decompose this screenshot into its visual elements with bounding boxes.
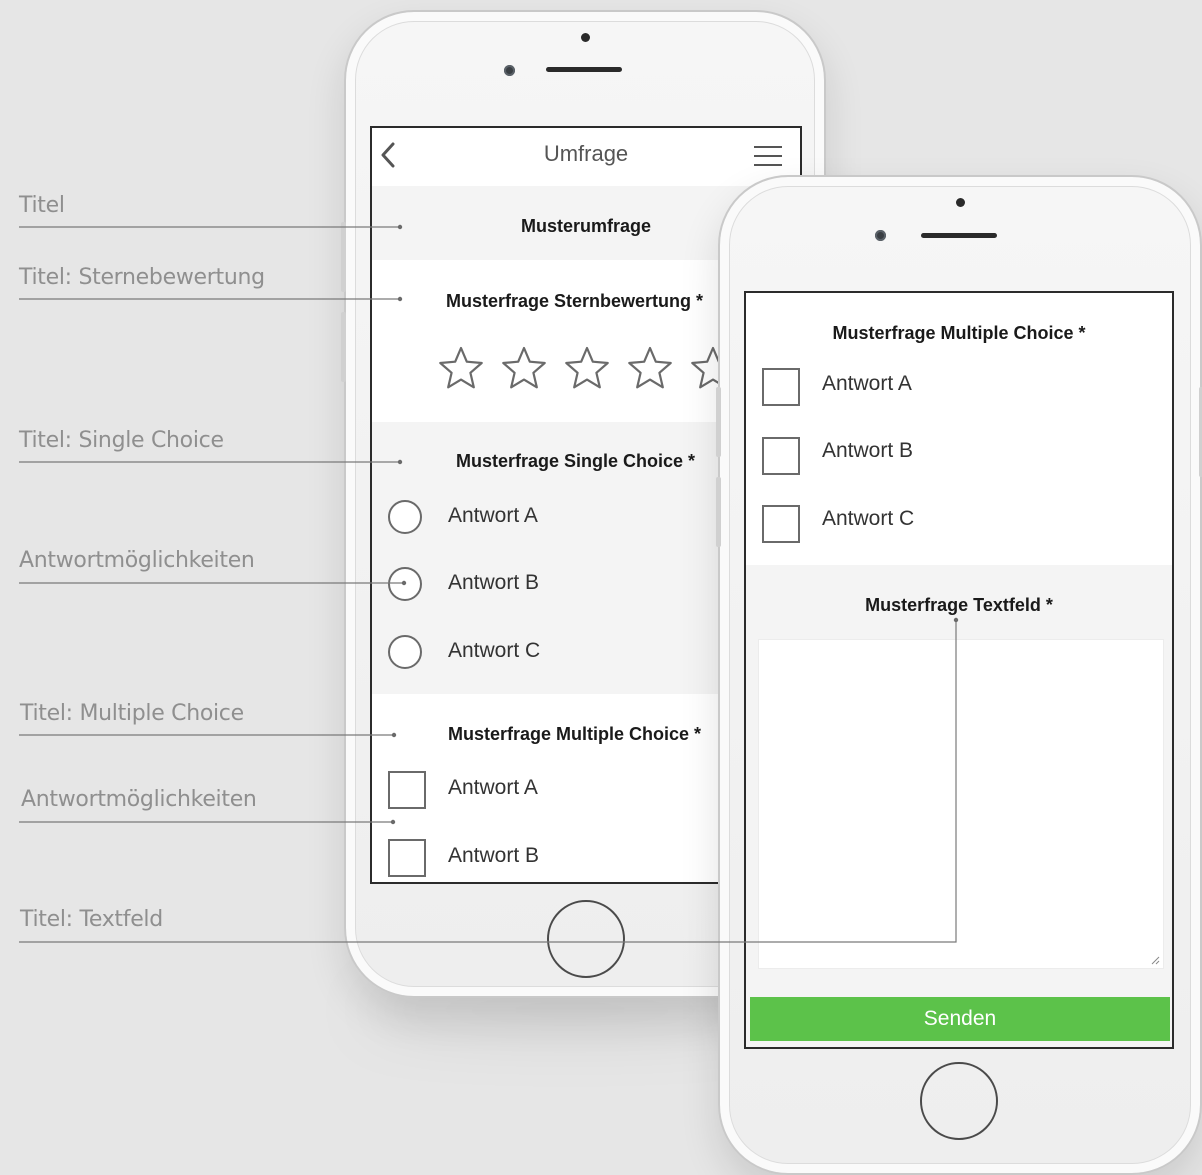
multiple-choice-title: Musterfrage Multiple Choice *	[448, 724, 702, 744]
annotation-label-multiple-choice: Titel: Multiple Choice	[20, 701, 244, 726]
front-camera-icon	[504, 65, 515, 76]
option-label: Antwort A	[822, 372, 912, 395]
multiple-choice-title: Musterfrage Multiple Choice *	[832, 323, 1086, 343]
radio-button[interactable]	[388, 635, 422, 669]
star-rating-icon[interactable]	[501, 345, 547, 389]
proximity-sensor	[581, 33, 590, 42]
single-choice-title: Musterfrage Single Choice *	[456, 451, 696, 471]
star-rating-icon[interactable]	[438, 345, 484, 389]
nav-title: Umfrage	[543, 141, 629, 166]
screen-right: Musterfrage Multiple Choice * Antwort A …	[744, 291, 1174, 1049]
side-button	[341, 312, 346, 382]
home-button[interactable]	[920, 1062, 998, 1140]
proximity-sensor	[956, 198, 965, 207]
textfield-title: Musterfrage Textfeld *	[865, 595, 1053, 615]
option-label: Antwort A	[448, 776, 538, 799]
submit-button[interactable]: Senden	[750, 997, 1170, 1041]
earpiece-speaker	[921, 233, 997, 238]
annotation-label-single-choice: Titel: Single Choice	[19, 428, 224, 453]
hamburger-menu-icon[interactable]	[754, 146, 782, 166]
option-label: Antwort B	[448, 571, 540, 594]
textfield-band: Musterfrage Textfeld * Senden	[746, 565, 1172, 1047]
checkbox[interactable]	[388, 771, 426, 809]
front-camera-icon	[875, 230, 886, 241]
option-label: Antwort C	[448, 639, 541, 662]
option-label: Antwort B	[448, 844, 540, 867]
annotation-label-answer-options: Antwortmöglichkeiten	[21, 787, 257, 812]
side-button	[716, 477, 721, 547]
checkbox[interactable]	[762, 437, 800, 475]
textfield-input[interactable]	[758, 639, 1164, 969]
annotation-label-star-rating: Titel: Sternebewertung	[19, 265, 265, 290]
star-question-title: Musterfrage Sternbewertung *	[446, 291, 704, 311]
checkbox[interactable]	[762, 368, 800, 406]
home-button[interactable]	[547, 900, 625, 978]
checkbox-option[interactable]: Antwort A	[746, 368, 1172, 408]
side-button	[341, 222, 346, 292]
checkbox[interactable]	[762, 505, 800, 543]
earpiece-speaker	[546, 67, 622, 72]
radio-button[interactable]	[388, 500, 422, 534]
option-label: Antwort B	[822, 439, 914, 462]
phone-right: Musterfrage Multiple Choice * Antwort A …	[716, 175, 1202, 1175]
checkbox-option[interactable]: Antwort C	[746, 505, 1172, 545]
multiple-choice-band: Musterfrage Multiple Choice * Antwort A …	[746, 293, 1172, 563]
side-button	[716, 387, 721, 457]
annotation-label-answer-options: Antwortmöglichkeiten	[19, 548, 255, 573]
option-label: Antwort C	[822, 507, 915, 530]
checkbox[interactable]	[388, 839, 426, 877]
resize-grip-icon[interactable]	[1150, 955, 1160, 965]
nav-bar: Umfrage	[372, 128, 800, 184]
radio-button[interactable]	[388, 567, 422, 601]
option-label: Antwort A	[448, 504, 538, 527]
checkbox-option[interactable]: Antwort B	[746, 437, 1172, 477]
star-rating-icon[interactable]	[627, 345, 673, 389]
annotation-label-textfield: Titel: Textfeld	[20, 907, 163, 932]
star-rating-icon[interactable]	[564, 345, 610, 389]
annotation-label-title: Titel	[19, 193, 65, 218]
